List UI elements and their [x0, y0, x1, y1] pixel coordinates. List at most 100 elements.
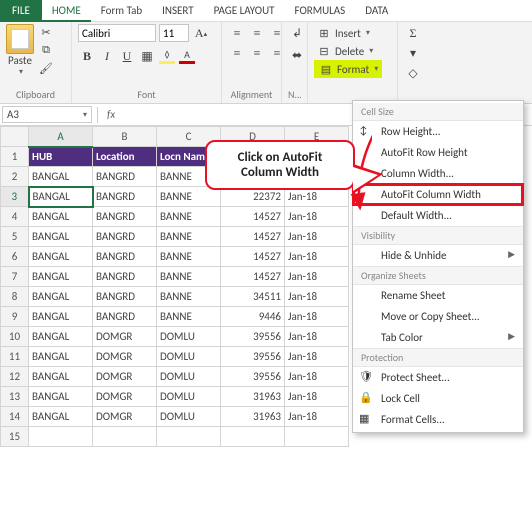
align-top-icon[interactable]: ≡ [228, 24, 246, 42]
cell[interactable]: BANGRD [93, 187, 157, 207]
delete-button[interactable]: ⊟Delete▾ [314, 42, 375, 60]
tab-file[interactable]: FILE [0, 0, 42, 22]
menu-default-width[interactable]: Default Width... [353, 205, 523, 226]
select-all-corner[interactable] [1, 127, 29, 147]
cell[interactable]: BANNE [157, 247, 221, 267]
menu-autofit-row-height[interactable]: AutoFit Row Height [353, 142, 523, 163]
autosum-icon[interactable]: Σ [404, 24, 422, 42]
menu-tab-color[interactable]: Tab Color▶ [353, 327, 523, 348]
cell[interactable]: 39556 [221, 367, 285, 387]
wrap-text-icon[interactable]: ↲ [288, 24, 306, 42]
cell[interactable]: 14527 [221, 247, 285, 267]
cell[interactable]: BANNE [157, 227, 221, 247]
menu-move-copy-sheet[interactable]: Move or Copy Sheet... [353, 306, 523, 327]
row-header[interactable]: 1 [1, 147, 29, 167]
fx-icon[interactable]: fx [101, 108, 121, 121]
align-left-icon[interactable]: ≡ [228, 44, 246, 62]
italic-button[interactable]: I [98, 47, 116, 65]
align-mid-icon[interactable]: ≡ [248, 24, 266, 42]
row-header[interactable]: 10 [1, 327, 29, 347]
menu-protect-sheet[interactable]: 🛡Protect Sheet... [353, 367, 523, 388]
tab-data[interactable]: DATA [355, 0, 398, 22]
cell[interactable]: BANGAL [29, 367, 93, 387]
tab-formulas[interactable]: FORMULAS [285, 0, 356, 22]
cell[interactable]: BANGRD [93, 287, 157, 307]
cell[interactable]: 9446 [221, 307, 285, 327]
cell[interactable]: DOMLU [157, 407, 221, 427]
cell[interactable]: BANGRD [93, 267, 157, 287]
cell[interactable]: 39556 [221, 327, 285, 347]
cell[interactable]: DOMLU [157, 327, 221, 347]
cell[interactable]: Jan-18 [285, 207, 349, 227]
paste-button[interactable]: Paste ▾ [6, 24, 34, 77]
fill-icon[interactable]: ▾ [404, 44, 422, 62]
cell[interactable]: BANGAL [29, 387, 93, 407]
border-button[interactable]: ▦ [138, 47, 156, 65]
copy-icon[interactable]: ⧉ [38, 42, 54, 58]
cell[interactable]: 31963 [221, 407, 285, 427]
cell[interactable]: Jan-18 [285, 347, 349, 367]
font-size-select[interactable] [159, 24, 189, 42]
cell[interactable]: BANGAL [29, 167, 93, 187]
cell[interactable]: BANGAL [29, 187, 93, 207]
cell[interactable]: BANNE [157, 307, 221, 327]
row-header[interactable]: 8 [1, 287, 29, 307]
cell[interactable]: BANGAL [29, 287, 93, 307]
cell[interactable]: DOMGR [93, 387, 157, 407]
format-painter-icon[interactable]: 🖌 [38, 60, 54, 76]
cell[interactable]: 39556 [221, 347, 285, 367]
cell[interactable]: DOMGR [93, 327, 157, 347]
cell[interactable]: DOMGR [93, 367, 157, 387]
row-header[interactable]: 6 [1, 247, 29, 267]
clear-icon[interactable]: ◇ [404, 64, 422, 82]
menu-lock-cell[interactable]: 🔒Lock Cell [353, 388, 523, 409]
cell[interactable]: DOMLU [157, 347, 221, 367]
cell[interactable]: BANGRD [93, 247, 157, 267]
cell[interactable]: BANGAL [29, 247, 93, 267]
row-header[interactable]: 11 [1, 347, 29, 367]
cell[interactable]: 14527 [221, 227, 285, 247]
cell[interactable]: BANGAL [29, 227, 93, 247]
cell[interactable]: 14527 [221, 207, 285, 227]
cell[interactable]: BANGRD [93, 207, 157, 227]
cut-icon[interactable]: ✂ [38, 24, 54, 40]
row-header[interactable]: 4 [1, 207, 29, 227]
cell[interactable]: 14527 [221, 267, 285, 287]
tab-insert[interactable]: INSERT [152, 0, 204, 22]
tab-form[interactable]: Form Tab [91, 0, 152, 22]
row-header[interactable]: 9 [1, 307, 29, 327]
cell[interactable]: BANGAL [29, 407, 93, 427]
cell[interactable]: Jan-18 [285, 267, 349, 287]
cell[interactable]: BANGAL [29, 347, 93, 367]
cell[interactable]: BANGAL [29, 207, 93, 227]
tab-home[interactable]: HOME [42, 0, 91, 22]
cell[interactable]: 34511 [221, 287, 285, 307]
menu-row-height[interactable]: ↕Row Height... [353, 121, 523, 142]
cell[interactable]: Jan-18 [285, 287, 349, 307]
cell[interactable]: Location [93, 147, 157, 167]
grow-font-icon[interactable]: A▴ [192, 24, 210, 42]
cell[interactable]: BANGRD [93, 307, 157, 327]
row-header[interactable]: 14 [1, 407, 29, 427]
align-center-icon[interactable]: ≡ [248, 44, 266, 62]
row-header[interactable]: 13 [1, 387, 29, 407]
cell[interactable]: DOMGR [93, 407, 157, 427]
col-header[interactable]: B [93, 127, 157, 147]
row-header[interactable]: 5 [1, 227, 29, 247]
cell[interactable]: Jan-18 [285, 247, 349, 267]
cell[interactable]: Jan-18 [285, 367, 349, 387]
cell[interactable]: Jan-18 [285, 407, 349, 427]
menu-format-cells[interactable]: ▦Format Cells... [353, 409, 523, 430]
font-name-select[interactable] [78, 24, 156, 42]
cell[interactable]: HUB [29, 147, 93, 167]
cell[interactable]: Jan-18 [285, 327, 349, 347]
cell[interactable]: Jan-18 [285, 307, 349, 327]
cell[interactable]: DOMLU [157, 387, 221, 407]
cell[interactable]: BANGRD [93, 227, 157, 247]
cell[interactable]: BANGAL [29, 327, 93, 347]
row-header[interactable]: 15 [1, 427, 29, 447]
row-header[interactable]: 7 [1, 267, 29, 287]
font-color-button[interactable]: A [178, 47, 196, 65]
cell[interactable]: BANGRD [93, 167, 157, 187]
col-header[interactable]: A [29, 127, 93, 147]
